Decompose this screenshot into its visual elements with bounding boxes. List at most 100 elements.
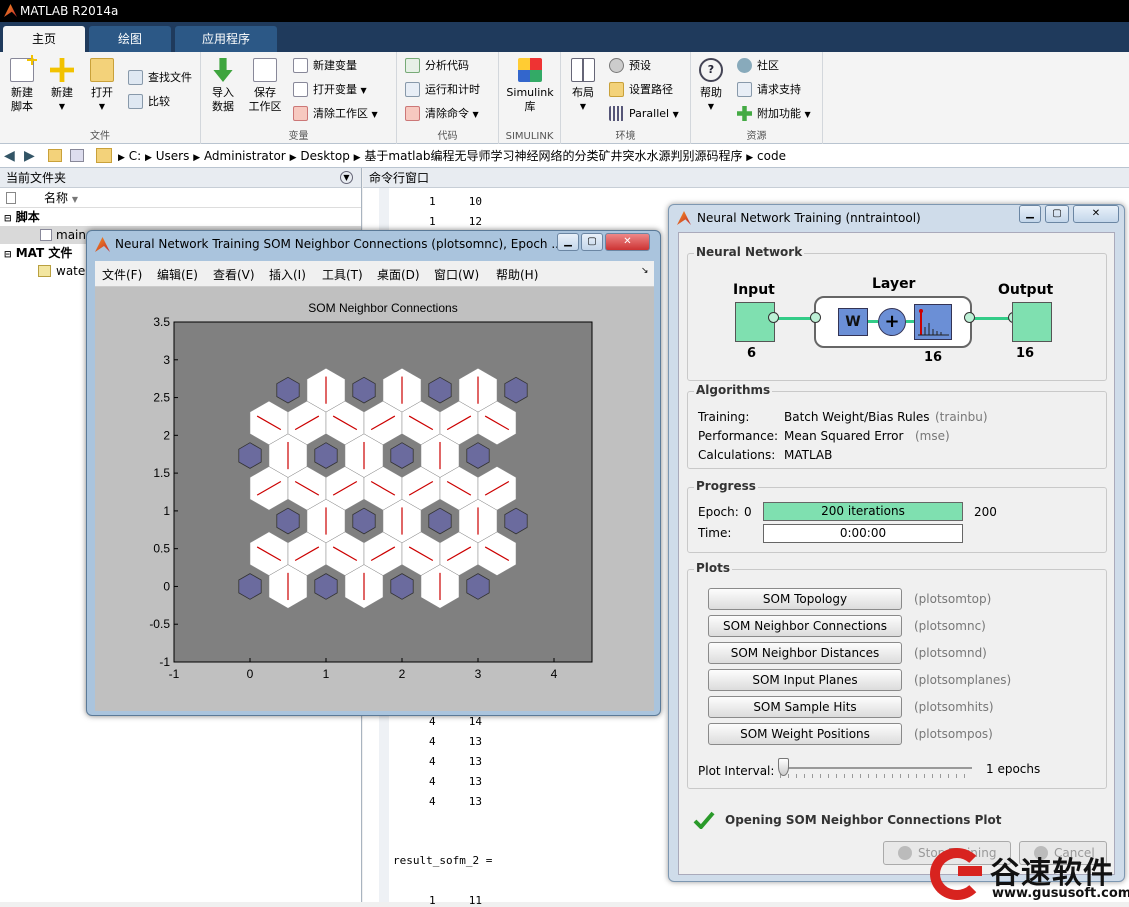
up-folder-icon[interactable] <box>48 149 62 162</box>
analyze-code-button[interactable]: 分析代码 <box>405 56 469 76</box>
watermark: 谷速软件 www.gususoft.com <box>930 846 1129 902</box>
breadcrumb[interactable]: ▶ C: ▶ Users ▶ Administrator ▶ Desktop ▶… <box>118 144 786 170</box>
plot-interval-track[interactable] <box>780 767 972 769</box>
find-files-button[interactable]: 查找文件 <box>128 68 192 88</box>
y-tick-label: 0 <box>163 579 170 593</box>
preferences-button[interactable]: 预设 <box>609 56 651 76</box>
run-and-time-button[interactable]: 运行和计时 <box>405 80 480 100</box>
column-header[interactable]: 名称 ▼ <box>0 188 361 208</box>
output-line: 4 13 <box>429 755 482 768</box>
breadcrumb-separator: ▶ <box>289 153 297 163</box>
x-tick-label: 4 <box>551 667 558 681</box>
minimize-button[interactable]: ▁ <box>1019 205 1041 223</box>
clear-workspace-button[interactable]: 清除工作区 ▼ <box>293 104 378 124</box>
layout-button[interactable]: 布局 ▼ <box>563 56 603 114</box>
ribbon-section-label: 代码 <box>437 131 458 142</box>
menu-window[interactable]: 窗口(W) <box>434 266 479 283</box>
input-label: Input <box>733 282 775 298</box>
analyze-code-label: 分析代码 <box>425 59 469 72</box>
som-sample-hits-button[interactable]: SOM Sample Hits <box>708 696 902 718</box>
set-path-button[interactable]: 设置路径 <box>609 80 673 100</box>
ribbon-section-environment: 布局 ▼ 预设 设置路径 Parallel ▼ 环境 <box>561 52 691 144</box>
nntraintool-content: Neural Network Input 6 Layer W + 16 Outp… <box>678 232 1115 875</box>
nntraintool-window: Neural Network Training (nntraintool) ▁ … <box>668 204 1125 882</box>
plot-interval-slider-thumb[interactable] <box>778 758 789 776</box>
group-header[interactable]: ⊟ 脚本 <box>0 208 361 226</box>
breadcrumb-item[interactable]: Desktop <box>300 149 350 163</box>
breadcrumb-item[interactable]: code <box>757 149 786 163</box>
y-tick-label: -1 <box>159 655 170 669</box>
ribbon-section-file: 新建 脚本 新建 ▼ 打开 ▼ 查找文件 比较 文件 <box>0 52 201 144</box>
som-plot-window: Neural Network Training SOM Neighbor Con… <box>86 230 661 716</box>
tab-apps[interactable]: 应用程序 <box>175 26 277 52</box>
minimize-button[interactable]: ▁ <box>557 233 579 251</box>
menu-help[interactable]: 帮助(H) <box>496 266 538 283</box>
open-variable-button[interactable]: 打开变量 ▼ <box>293 80 367 100</box>
clear-commands-button[interactable]: 清除命令 ▼ <box>405 104 479 124</box>
save-workspace-button[interactable]: 保存 工作区 <box>245 56 285 114</box>
maximize-button[interactable]: ▢ <box>1045 205 1069 223</box>
som-weight-positions-button[interactable]: SOM Weight Positions <box>708 723 902 745</box>
chevron-down-icon: ▼ <box>804 110 811 119</box>
som-neighbor-connections-button[interactable]: SOM Neighbor Connections <box>708 615 902 637</box>
group-title: Neural Network <box>694 245 805 259</box>
menu-file[interactable]: 文件(F) <box>102 266 142 283</box>
back-arrow-icon[interactable]: ◀ <box>4 144 15 168</box>
output-label: Output <box>998 282 1054 298</box>
close-button[interactable]: ✕ <box>605 233 650 251</box>
new-variable-button[interactable]: 新建变量 <box>293 56 357 76</box>
request-support-button[interactable]: 请求支持 <box>737 80 801 100</box>
som-neighbor-distances-button[interactable]: SOM Neighbor Distances <box>708 642 902 664</box>
maximize-button[interactable]: ▢ <box>581 233 603 251</box>
file-name: wate <box>56 264 86 278</box>
panel-menu-icon[interactable]: ▼ <box>340 171 353 184</box>
plot-interval-ticks <box>780 774 972 778</box>
new-button[interactable]: 新建 ▼ <box>42 56 82 114</box>
output-line: 1 10 <box>429 195 482 208</box>
simulink-library-label: Simulink 库 <box>506 86 554 113</box>
close-button[interactable]: ✕ <box>1073 205 1119 223</box>
browse-folder-icon[interactable] <box>70 149 84 162</box>
menu-view[interactable]: 查看(V) <box>213 266 255 283</box>
parallel-button[interactable]: Parallel ▼ <box>609 104 679 124</box>
breadcrumb-item[interactable]: Users <box>156 149 190 163</box>
tab-plots[interactable]: 绘图 <box>89 26 171 52</box>
menu-edit[interactable]: 编辑(E) <box>157 266 198 283</box>
tab-home[interactable]: 主页 <box>3 26 85 52</box>
import-data-button[interactable]: 导入 数据 <box>203 56 243 114</box>
panel-header: 命令行窗口 <box>363 168 1129 188</box>
eraser-icon <box>293 106 308 121</box>
simulink-library-button[interactable]: Simulink 库 <box>505 56 555 114</box>
file-name: main <box>56 228 86 242</box>
forward-arrow-icon[interactable]: ▶ <box>24 144 35 168</box>
breadcrumb-item[interactable]: C: <box>129 149 141 163</box>
ribbon-toolbar: 新建 脚本 新建 ▼ 打开 ▼ 查找文件 比较 文件 导入 数据 保存 工作区 … <box>0 52 1129 144</box>
compare-button[interactable]: 比较 <box>128 92 170 112</box>
epoch-min: 0 <box>744 505 752 519</box>
parallel-icon <box>609 106 624 121</box>
compare-icon <box>128 94 143 109</box>
new-script-button[interactable]: 新建 脚本 <box>2 55 42 114</box>
menu-desktop[interactable]: 桌面(D) <box>377 266 420 283</box>
support-icon <box>737 82 752 97</box>
group-title: Progress <box>694 479 758 493</box>
som-topology-button[interactable]: SOM Topology <box>708 588 902 610</box>
som-input-planes-button[interactable]: SOM Input Planes <box>708 669 902 691</box>
y-tick-label: 2.5 <box>153 391 170 405</box>
import-arrow-icon <box>213 58 233 82</box>
dock-arrow-icon[interactable]: ↘ <box>641 266 649 276</box>
parallel-label: Parallel <box>629 107 670 120</box>
y-tick-label: 2 <box>163 428 170 442</box>
chevron-down-icon: ▼ <box>371 110 378 119</box>
clear-workspace-label: 清除工作区 <box>313 107 368 120</box>
addons-button[interactable]: 附加功能 ▼ <box>737 104 811 124</box>
help-button[interactable]: ? 帮助 ▼ <box>691 56 731 114</box>
output-line: 1 11 <box>429 894 482 907</box>
chevron-down-icon: ▼ <box>707 102 715 111</box>
breadcrumb-item[interactable]: Administrator <box>204 149 286 163</box>
open-button[interactable]: 打开 ▼ <box>82 56 122 114</box>
menu-tools[interactable]: 工具(T) <box>322 266 363 283</box>
breadcrumb-item[interactable]: 基于matlab编程无导师学习神经网络的分类矿井突水水源判别源码程序 <box>364 149 742 163</box>
menu-insert[interactable]: 插入(I) <box>269 266 306 283</box>
community-button[interactable]: 社区 <box>737 56 779 76</box>
